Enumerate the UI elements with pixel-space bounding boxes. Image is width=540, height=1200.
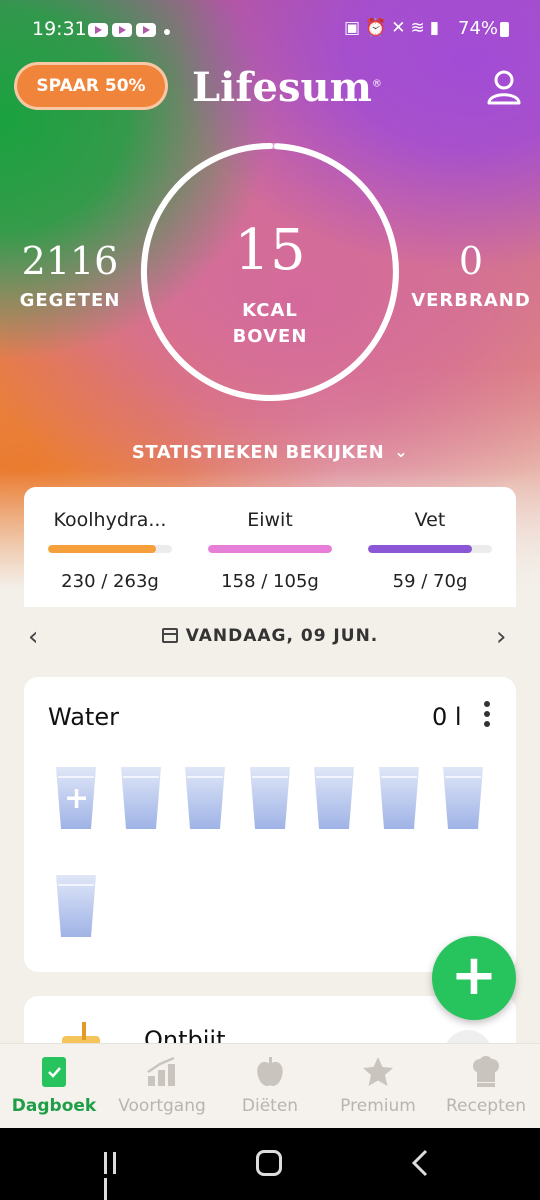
view-statistics-button[interactable]: STATISTIEKEN BEKIJKEN ⌄ (0, 442, 540, 463)
promo-button[interactable]: SPAAR 50% (14, 62, 168, 110)
macros-card: Koolhydra... 230 / 263g Eiwit 158 / 105g… (24, 487, 516, 607)
water-glass[interactable] (312, 765, 356, 831)
macro-carbs-fill (48, 545, 156, 553)
macro-fat-fill (368, 545, 473, 553)
system-nav-bar (0, 1128, 540, 1200)
burned-label: VERBRAND (411, 290, 531, 311)
youtube-icon (88, 23, 108, 37)
progress-chart-icon (147, 1056, 175, 1086)
water-card: Water 0 l + (24, 677, 516, 972)
date-navigator: ‹ VANDAAG, 09 JUN. › (0, 622, 540, 652)
status-time: 19:31 (32, 18, 87, 40)
youtube-icon (112, 23, 132, 37)
app-logo: Lifesum® (192, 64, 382, 111)
water-glass[interactable] (119, 765, 163, 831)
profile-icon[interactable] (486, 68, 522, 106)
status-icons: ▣⏰✕≋▮ (344, 18, 445, 38)
macro-protein: Eiwit 158 / 105g (208, 509, 332, 592)
kcal-remaining-value: 15 (234, 218, 306, 283)
status-bar: 19:31 ▣⏰✕≋▮ 74% (0, 0, 540, 60)
macro-protein-fill (208, 545, 332, 553)
macro-fat: Vet 59 / 70g (368, 509, 492, 592)
chef-hat-icon (473, 1056, 499, 1087)
star-icon (363, 1057, 393, 1086)
water-title: Water (48, 703, 119, 731)
water-glass[interactable] (377, 765, 421, 831)
notification-dot-icon (164, 29, 170, 35)
diary-icon (42, 1057, 66, 1087)
water-glass[interactable]: + (54, 765, 98, 831)
eaten-label: GEGETEN (19, 290, 121, 311)
youtube-icon (136, 23, 156, 37)
apple-icon (257, 1057, 283, 1086)
tab-dieten[interactable]: Diëten (216, 1054, 324, 1116)
calendar-icon (161, 628, 178, 643)
tab-dagboek[interactable]: Dagboek (0, 1054, 108, 1116)
burned-summary: 0 VERBRAND (405, 236, 537, 311)
water-glass[interactable] (183, 765, 227, 831)
battery-percent: 74% (458, 18, 499, 39)
tab-voortgang[interactable]: Voortgang (108, 1054, 216, 1116)
water-glass[interactable] (248, 765, 292, 831)
tab-recepten[interactable]: Recepten (432, 1054, 540, 1116)
chevron-down-icon: ⌄ (394, 442, 409, 461)
plus-icon: + (64, 781, 90, 816)
water-glass[interactable] (54, 873, 98, 939)
date-label[interactable]: VANDAAG, 09 JUN. (0, 626, 540, 646)
burned-value: 0 (458, 239, 484, 283)
kcal-remaining-label: KCAL BOVEN (232, 300, 308, 347)
bottom-tab-bar: Dagboek Voortgang Diëten Premium Recepte… (0, 1043, 540, 1128)
recent-apps-icon[interactable] (104, 1152, 130, 1200)
more-options-icon[interactable] (484, 701, 492, 729)
tab-premium[interactable]: Premium (324, 1054, 432, 1116)
macro-carbs: Koolhydra... 230 / 263g (48, 509, 172, 592)
eaten-summary: 2116 GEGETEN (10, 236, 130, 311)
home-icon[interactable] (256, 1150, 282, 1176)
eaten-value: 2116 (21, 239, 119, 283)
water-amount: 0 l (432, 703, 462, 731)
battery-icon (500, 22, 509, 37)
back-icon[interactable] (410, 1149, 430, 1177)
water-glass[interactable] (441, 765, 485, 831)
add-fab-button[interactable]: + (432, 936, 516, 1020)
chevron-right-icon[interactable]: › (496, 622, 506, 652)
